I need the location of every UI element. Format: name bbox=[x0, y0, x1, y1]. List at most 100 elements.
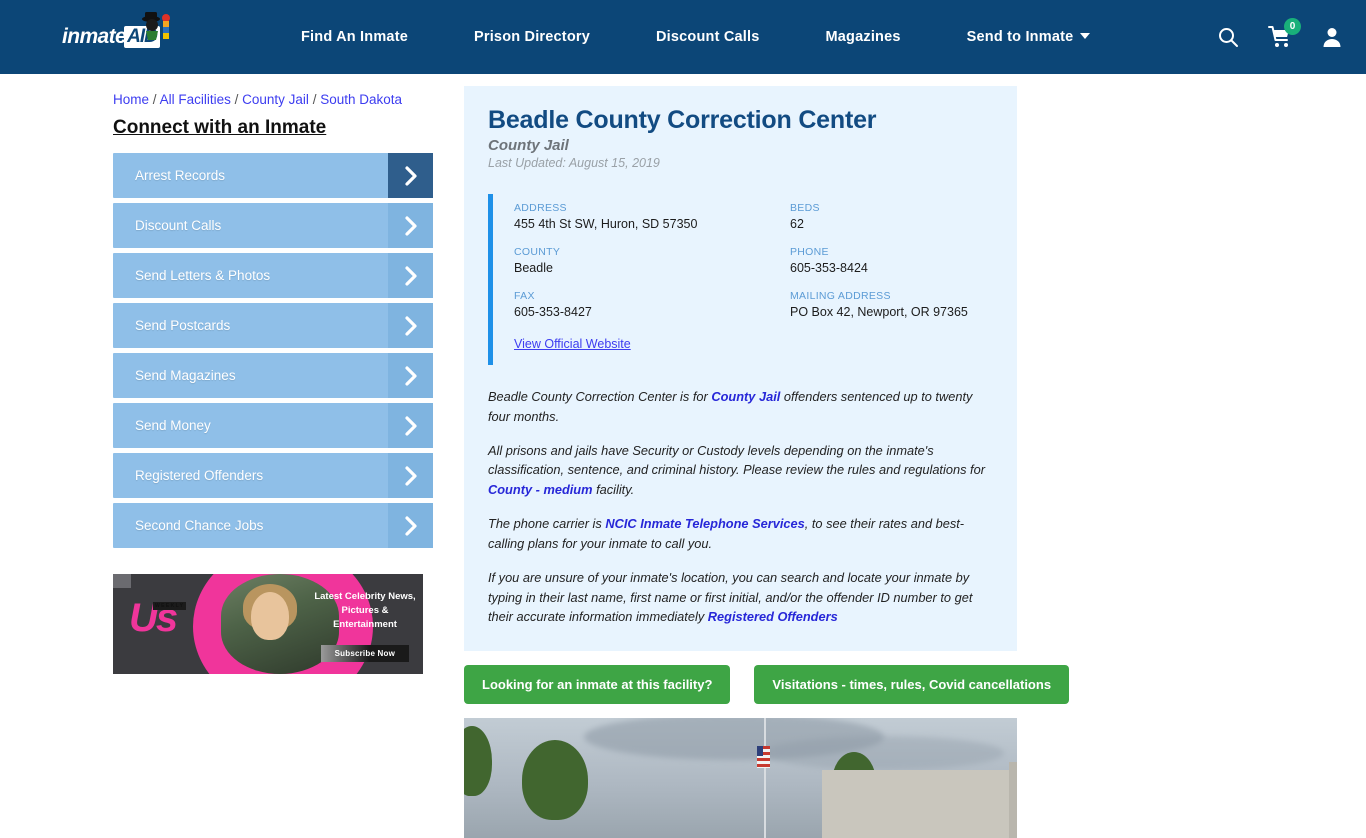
sidebar-heading: Connect with an Inmate bbox=[113, 117, 327, 138]
chevron-right-icon bbox=[388, 503, 433, 548]
inline-link-registered-offenders[interactable]: Registered Offenders bbox=[708, 609, 838, 624]
detail-mailing-address: MAILING ADDRESS PO Box 42, Newport, OR 9… bbox=[790, 290, 993, 319]
cart-icon[interactable]: 0 bbox=[1268, 18, 1301, 49]
detail-phone: PHONE 605-353-8424 bbox=[790, 246, 993, 275]
sidebar-item-label: Second Chance Jobs bbox=[135, 518, 264, 533]
detail-value: 62 bbox=[790, 217, 804, 231]
sidebar-item-label: Send Postcards bbox=[135, 318, 231, 333]
sidebar-item-registered-offenders[interactable]: Registered Offenders bbox=[113, 453, 433, 498]
sidebar-item-discount-calls[interactable]: Discount Calls bbox=[113, 203, 433, 248]
chevron-right-icon bbox=[388, 253, 433, 298]
sidebar-item-second-chance-jobs[interactable]: Second Chance Jobs bbox=[113, 503, 433, 548]
detail-value: 455 4th St SW, Huron, SD 57350 bbox=[514, 217, 698, 231]
paragraph-security-levels: All prisons and jails have Security or C… bbox=[488, 441, 993, 500]
breadcrumb-item-home[interactable]: Home bbox=[113, 92, 149, 107]
sidebar-item-label: Registered Offenders bbox=[135, 468, 264, 483]
ad-corner-mark bbox=[113, 574, 131, 588]
sidebar-item-label: Send Magazines bbox=[135, 368, 236, 383]
detail-label: COUNTY bbox=[514, 246, 561, 258]
nav-item-find-an-inmate[interactable]: Find An Inmate bbox=[268, 29, 441, 45]
paragraph-text: All prisons and jails have Security or C… bbox=[488, 442, 985, 478]
ad-brand-sublabel: WEEKLY bbox=[153, 602, 187, 610]
breadcrumb-item-county-jail[interactable]: County Jail bbox=[242, 92, 309, 107]
nav-item-send-to-inmate[interactable]: Send to Inmate bbox=[934, 29, 1124, 45]
detail-label: MAILING ADDRESS bbox=[790, 290, 891, 302]
sidebar-item-send-letters-photos[interactable]: Send Letters & Photos bbox=[113, 253, 433, 298]
photo-building bbox=[822, 770, 1017, 838]
facility-type: County Jail bbox=[488, 137, 569, 154]
detail-value: PO Box 42, Newport, OR 97365 bbox=[790, 305, 968, 319]
user-icon[interactable] bbox=[1320, 25, 1344, 49]
ad-subscribe-button[interactable]: Subscribe Now bbox=[320, 645, 409, 662]
mascot-icon bbox=[142, 12, 170, 40]
inline-link-ncic[interactable]: NCIC Inmate Telephone Services bbox=[605, 516, 804, 531]
page-body: Home / All Facilities / County Jail / So… bbox=[0, 74, 1366, 838]
inline-link-county-medium[interactable]: County - medium bbox=[488, 482, 593, 497]
detail-address: ADDRESS 455 4th St SW, Huron, SD 57350 bbox=[514, 202, 790, 231]
sidebar-item-send-postcards[interactable]: Send Postcards bbox=[113, 303, 433, 348]
photo-us-flag bbox=[757, 746, 770, 769]
sidebar-item-label: Send Letters & Photos bbox=[135, 268, 271, 283]
ad-copy-text: Latest Celebrity News, Pictures & Entert… bbox=[314, 591, 416, 630]
photo-flag-union bbox=[757, 746, 763, 757]
nav-item-magazines[interactable]: Magazines bbox=[793, 29, 934, 45]
sidebar-item-send-money[interactable]: Send Money bbox=[113, 403, 433, 448]
chevron-right-icon bbox=[388, 153, 433, 198]
sidebar-links-list: Arrest Records Discount Calls Send Lette… bbox=[113, 153, 448, 548]
nav-item-discount-calls[interactable]: Discount Calls bbox=[623, 29, 793, 45]
photo-tree bbox=[464, 726, 492, 797]
photo-tree bbox=[522, 740, 588, 821]
detail-label: ADDRESS bbox=[514, 202, 567, 214]
facility-street-photo bbox=[464, 718, 1017, 838]
detail-value: Beadle bbox=[514, 261, 553, 275]
visitations-button[interactable]: Visitations - times, rules, Covid cancel… bbox=[754, 665, 1070, 705]
chevron-right-icon bbox=[388, 303, 433, 348]
chevron-right-icon bbox=[388, 453, 433, 498]
detail-label: PHONE bbox=[790, 246, 829, 258]
paragraph-text: Beadle County Correction Center is for bbox=[488, 389, 712, 404]
advertisement-banner[interactable]: Us WEEKLY Latest Celebrity News, Picture… bbox=[113, 574, 423, 674]
chevron-right-icon bbox=[388, 203, 433, 248]
breadcrumb-separator: / bbox=[234, 92, 239, 107]
detail-county: COUNTY Beadle bbox=[514, 246, 790, 275]
search-icon[interactable] bbox=[1216, 25, 1240, 49]
header-icon-group: 0 bbox=[1216, 18, 1344, 49]
facility-description: Beadle County Correction Center is for C… bbox=[488, 387, 993, 627]
breadcrumb-separator: / bbox=[312, 92, 317, 107]
chevron-right-icon bbox=[388, 353, 433, 398]
chevron-right-icon bbox=[388, 403, 433, 448]
facility-card: Beadle County Correction Center County J… bbox=[464, 86, 1017, 652]
ad-photo-face bbox=[251, 592, 289, 640]
sidebar-item-label: Discount Calls bbox=[135, 218, 222, 233]
breadcrumb-separator: / bbox=[152, 92, 157, 107]
photo-building bbox=[1009, 762, 1017, 838]
right-column: Beadle County Correction Center County J… bbox=[464, 86, 1070, 838]
sidebar-item-label: Send Money bbox=[135, 418, 211, 433]
paragraph-text: The phone carrier is bbox=[488, 516, 606, 532]
paragraph-inmate-search: If you are unsure of your inmate's locat… bbox=[488, 568, 993, 627]
cta-button-row: Looking for an inmate at this facility? … bbox=[464, 665, 1070, 705]
breadcrumb-item-south-dakota[interactable]: South Dakota bbox=[320, 92, 402, 107]
logo-wordmark: inmate bbox=[62, 25, 127, 48]
breadcrumb: Home / All Facilities / County Jail / So… bbox=[113, 92, 448, 107]
nav-item-prison-directory[interactable]: Prison Directory bbox=[441, 29, 623, 45]
detail-value: 605-353-8427 bbox=[514, 305, 592, 319]
breadcrumb-item-all-facilities[interactable]: All Facilities bbox=[160, 92, 231, 107]
inline-link-county-jail[interactable]: County Jail bbox=[711, 389, 780, 404]
photo-cloud bbox=[764, 736, 1004, 771]
primary-nav: Find An Inmate Prison Directory Discount… bbox=[268, 29, 1123, 45]
detail-fax: FAX 605-353-8427 bbox=[514, 290, 790, 319]
facility-last-updated: Last Updated: August 15, 2019 bbox=[488, 156, 660, 170]
view-official-website-link[interactable]: View Official Website bbox=[514, 337, 631, 351]
detail-label: BEDS bbox=[790, 202, 820, 214]
sidebar-item-label: Arrest Records bbox=[135, 168, 226, 183]
sidebar-item-send-magazines[interactable]: Send Magazines bbox=[113, 353, 433, 398]
site-logo[interactable]: inmate AID bbox=[62, 12, 192, 59]
detail-beds: BEDS 62 bbox=[790, 202, 993, 231]
facility-details: ADDRESS 455 4th St SW, Huron, SD 57350 B… bbox=[488, 194, 993, 365]
facility-details-grid: ADDRESS 455 4th St SW, Huron, SD 57350 B… bbox=[514, 202, 993, 319]
sidebar-item-arrest-records[interactable]: Arrest Records bbox=[113, 153, 433, 198]
paragraph-phone-carrier: The phone carrier is NCIC Inmate Telepho… bbox=[488, 514, 993, 554]
left-column: Home / All Facilities / County Jail / So… bbox=[113, 86, 448, 838]
inmate-search-button[interactable]: Looking for an inmate at this facility? bbox=[464, 665, 731, 705]
